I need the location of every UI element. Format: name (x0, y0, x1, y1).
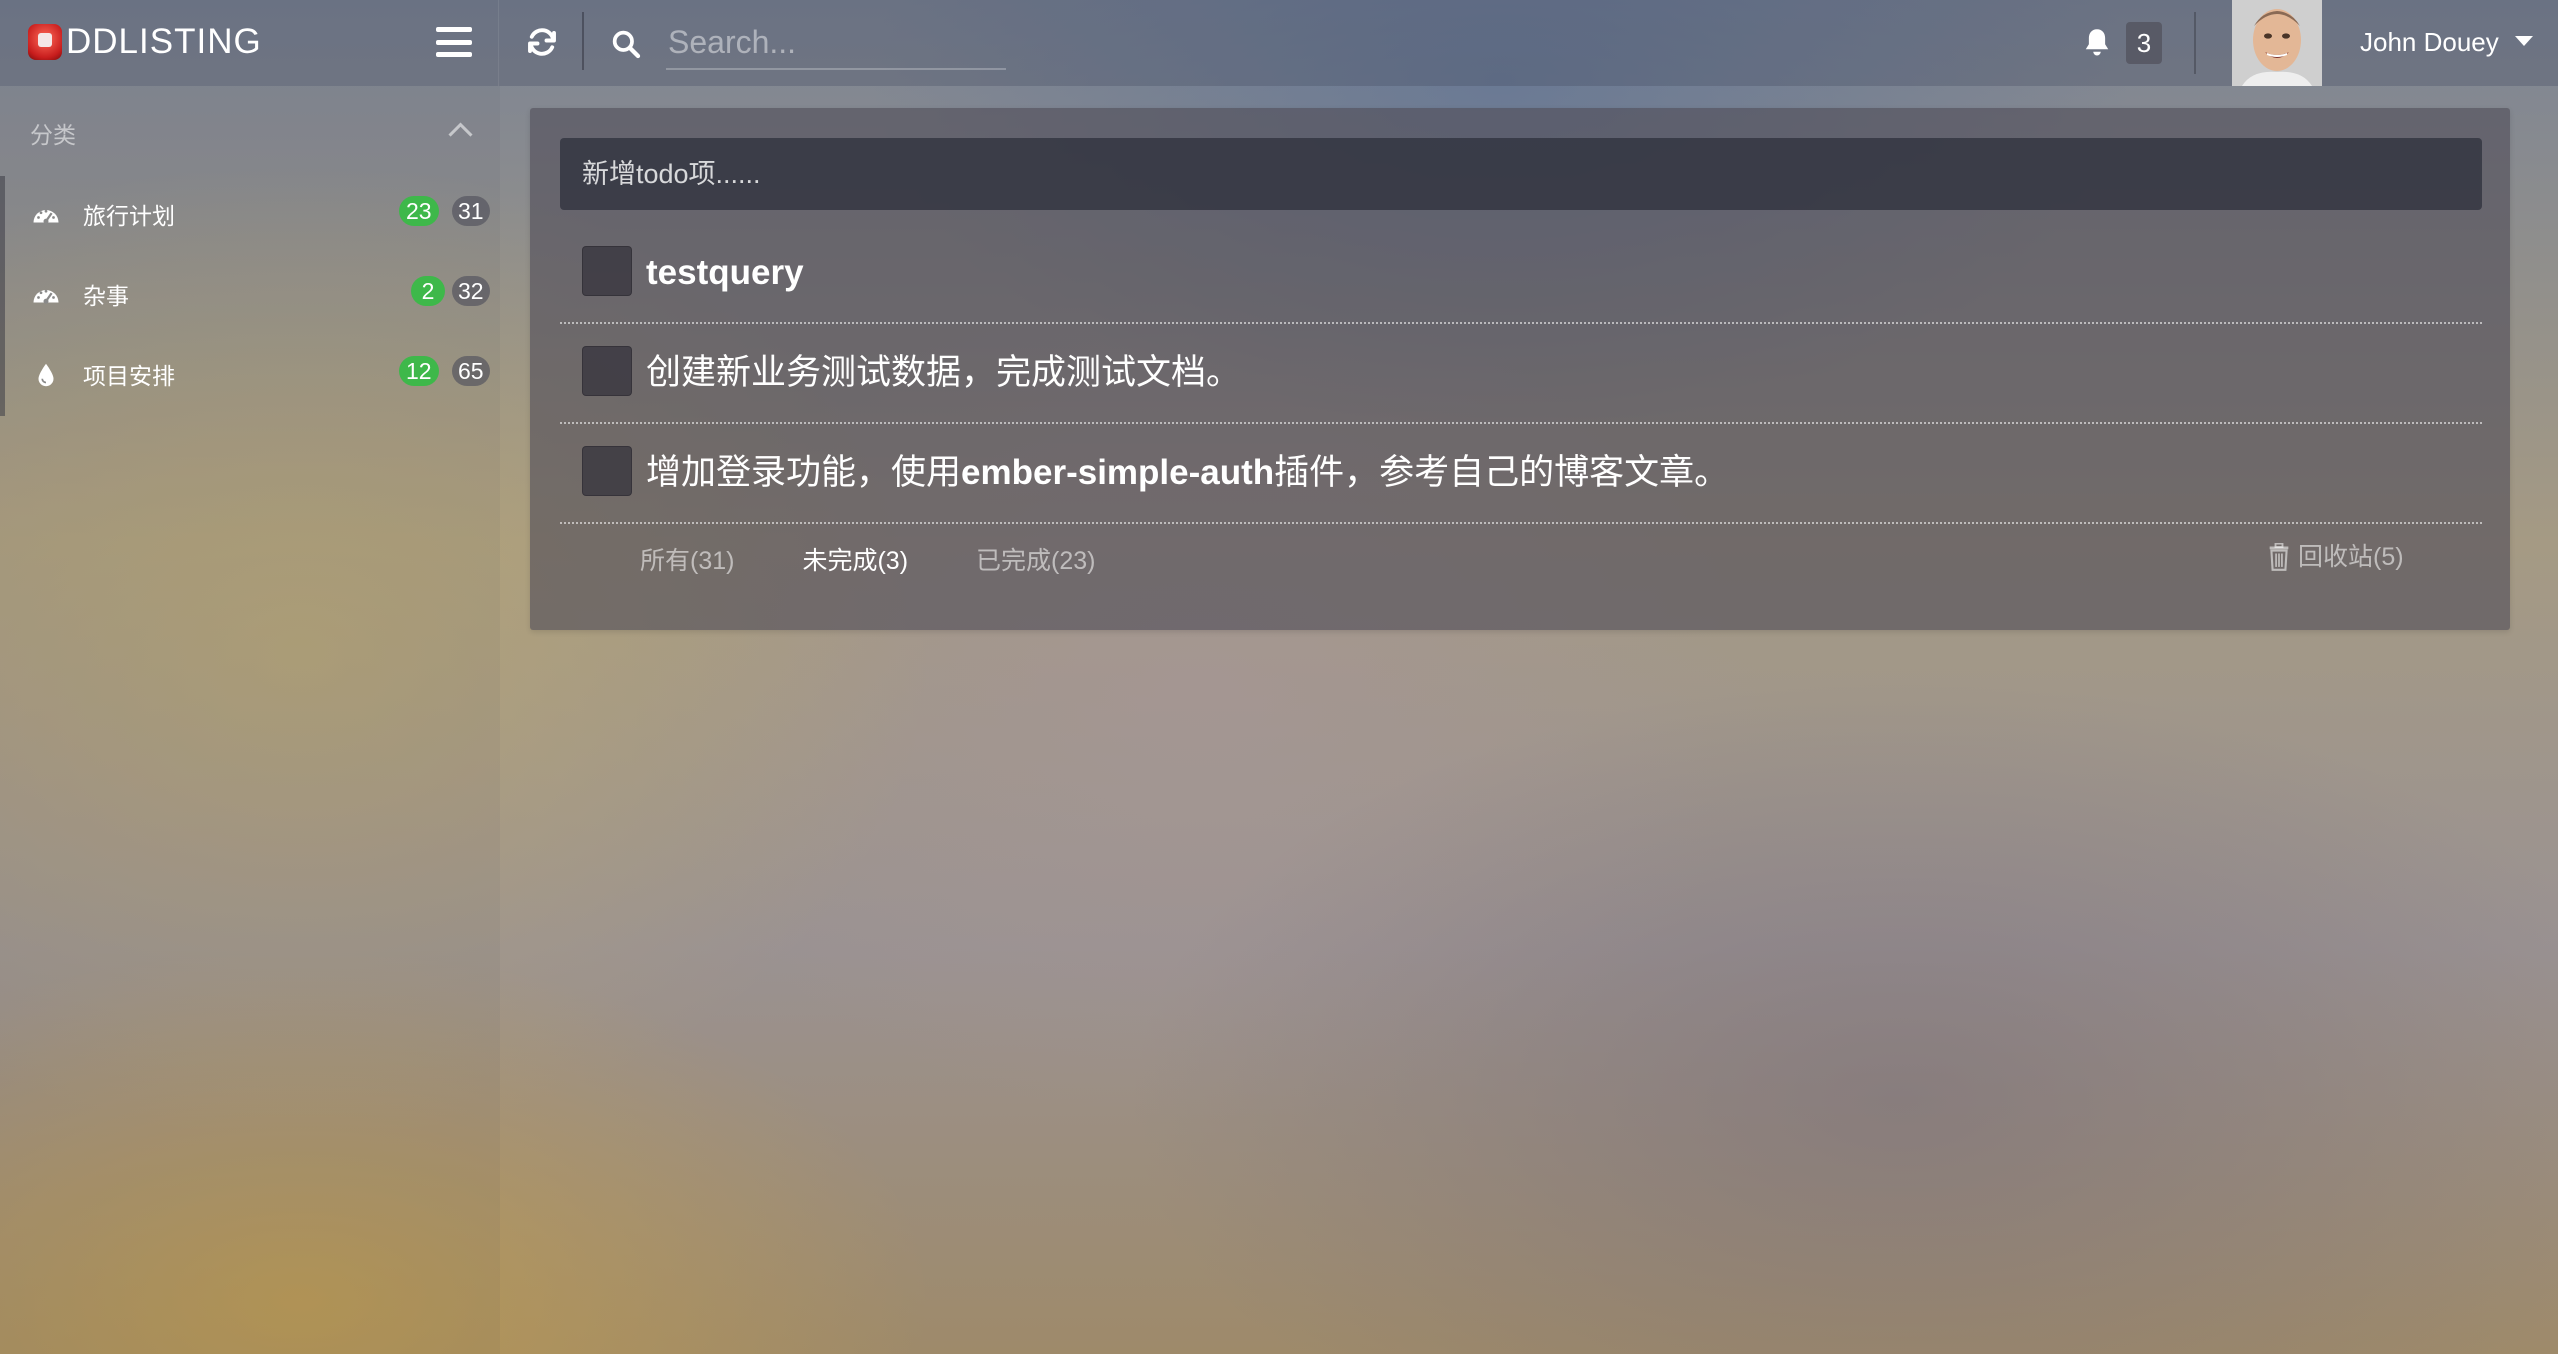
navbar-divider (582, 12, 584, 70)
tint-drop-icon (38, 363, 54, 387)
refresh-icon[interactable] (524, 22, 560, 62)
user-avatar-photo (2232, 0, 2322, 86)
todo-text[interactable]: 增加登录功能，使用ember-simple-auth插件，参考自己的博客文章。 (646, 452, 1729, 494)
todo-item: 增加登录功能，使用ember-simple-auth插件，参考自己的博客文章。 (560, 424, 2482, 524)
todo-item: testquery (560, 224, 2482, 324)
logo-icon (28, 24, 62, 60)
top-navbar: DDLISTING 3 John Douey (0, 0, 2558, 86)
search-icon (612, 30, 641, 59)
todo-checkbox[interactable] (582, 446, 632, 496)
sidebar-item-travel-plan[interactable]: 旅行计划 23 31 (0, 176, 500, 256)
trash-button[interactable]: 回收站(5) (2268, 540, 2404, 574)
todo-item: 创建新业务测试数据，完成测试文档。 (560, 324, 2482, 424)
app-logo-text: DDLISTING (66, 22, 262, 61)
user-name[interactable]: John Douey (2360, 24, 2499, 60)
todo-text[interactable]: 创建新业务测试数据，完成测试文档。 (646, 352, 1241, 394)
chevron-down-icon[interactable] (2515, 36, 2533, 46)
sidebar: 分类 旅行计划 23 31 杂事 2 32 项目安排 12 65 (0, 86, 500, 1354)
chevron-up-icon[interactable] (448, 122, 473, 147)
filter-all[interactable]: 所有(31) (640, 544, 734, 578)
bell-icon[interactable] (2082, 26, 2112, 60)
category-list: 旅行计划 23 31 杂事 2 32 项目安排 12 65 (0, 176, 500, 416)
menu-toggle-icon[interactable] (436, 27, 472, 57)
total-count-badge: 65 (452, 356, 490, 386)
navbar-divider (498, 0, 499, 86)
todo-panel: testquery 创建新业务测试数据，完成测试文档。 增加登录功能，使用emb… (530, 108, 2510, 630)
app-logo[interactable]: DDLISTING (28, 18, 262, 66)
todo-text[interactable]: testquery (646, 252, 804, 294)
notification-count-badge[interactable]: 3 (2126, 22, 2162, 64)
completed-count-badge: 12 (399, 356, 439, 386)
dashboard-icon (33, 289, 59, 304)
sidebar-section-title: 分类 (30, 122, 76, 148)
todo-list: testquery 创建新业务测试数据，完成测试文档。 增加登录功能，使用emb… (560, 224, 2482, 524)
todo-filters: 所有(31) 未完成(3) 已完成(23) (640, 544, 1164, 578)
trash-label: 回收站(5) (2298, 543, 2404, 571)
sidebar-item-chores[interactable]: 杂事 2 32 (0, 256, 500, 336)
completed-count-badge: 23 (399, 196, 439, 226)
dashboard-icon (33, 209, 59, 224)
todo-checkbox[interactable] (582, 246, 632, 296)
sidebar-item-label: 项目安排 (83, 363, 175, 389)
total-count-badge: 31 (452, 196, 490, 226)
new-todo-input[interactable] (560, 138, 2482, 210)
avatar[interactable] (2232, 0, 2322, 86)
trash-icon (2269, 543, 2289, 571)
search-input[interactable] (666, 16, 1006, 70)
total-count-badge: 32 (452, 276, 490, 306)
sidebar-item-label: 杂事 (83, 283, 129, 309)
completed-count-badge: 2 (411, 276, 445, 306)
sidebar-item-label: 旅行计划 (83, 203, 175, 229)
navbar-divider (2194, 12, 2196, 74)
todo-checkbox[interactable] (582, 346, 632, 396)
filter-completed[interactable]: 已完成(23) (976, 544, 1095, 578)
sidebar-item-project-schedule[interactable]: 项目安排 12 65 (0, 336, 500, 416)
filter-active[interactable]: 未完成(3) (802, 544, 908, 578)
